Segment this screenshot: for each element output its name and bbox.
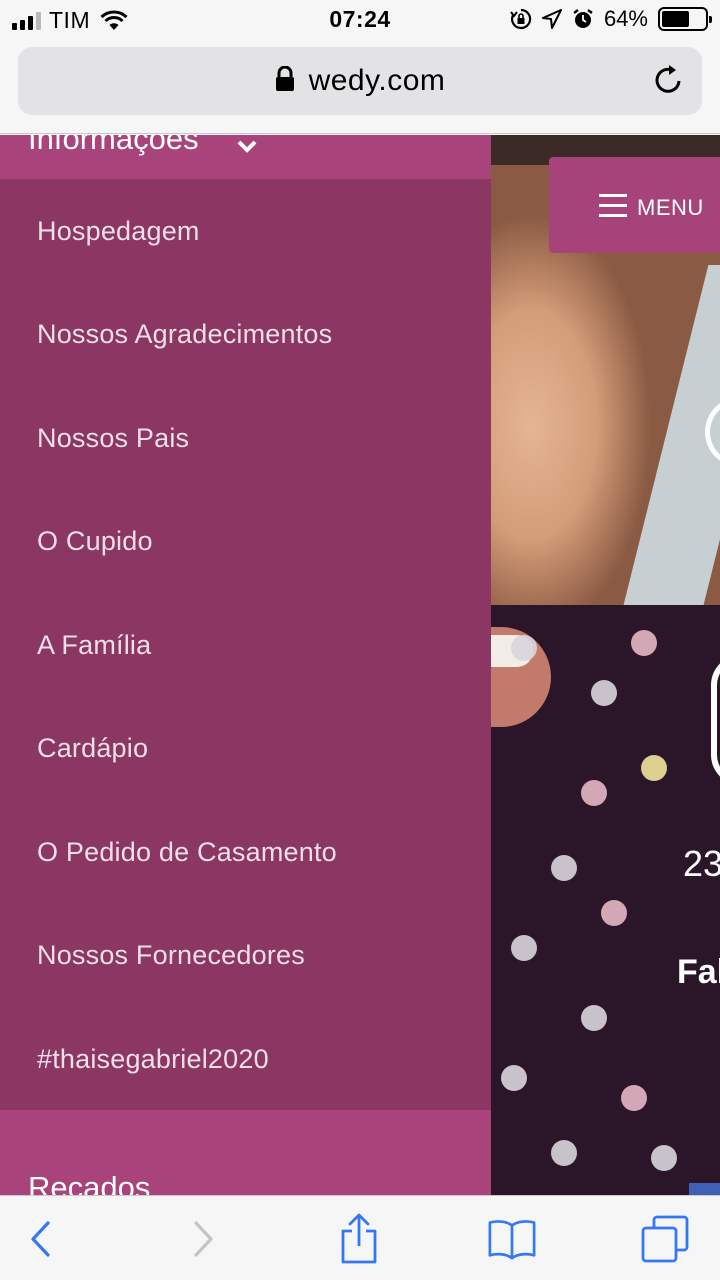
hero-blue-badge xyxy=(689,1183,720,1195)
forward-icon xyxy=(194,1221,213,1257)
share-button[interactable] xyxy=(334,1213,384,1264)
address-text-wrap: wedy.com xyxy=(18,64,702,98)
section-recados[interactable]: Recados xyxy=(0,1110,491,1195)
lock-icon xyxy=(275,66,294,92)
menu-button[interactable]: MENU xyxy=(549,157,720,253)
submenu-item-a-familia[interactable]: A Família xyxy=(0,593,491,697)
submenu-item-label: #thaisegabriel2020 xyxy=(37,1043,269,1074)
share-icon xyxy=(341,1213,377,1264)
hero-photo: 23 Fal xyxy=(491,135,720,1195)
back-button[interactable] xyxy=(16,1214,66,1264)
section-informacoes[interactable]: Informações xyxy=(0,135,491,179)
section-recados-label: Recados xyxy=(28,1170,151,1195)
submenu-item-label: O Pedido de Casamento xyxy=(37,836,337,867)
tabs-button[interactable] xyxy=(640,1214,690,1264)
forward-button[interactable] xyxy=(178,1214,228,1264)
tabs-icon xyxy=(641,1215,689,1263)
submenu-item-label: Nossos Fornecedores xyxy=(37,939,305,970)
browser-toolbar xyxy=(0,1195,720,1280)
orientation-lock-icon xyxy=(510,8,532,30)
battery-icon xyxy=(658,7,712,31)
status-bar: TIM 07:24 64% xyxy=(0,0,720,40)
submenu-item-o-pedido-de-casamento[interactable]: O Pedido de Casamento xyxy=(0,800,491,904)
browser-address-area: wedy.com xyxy=(0,40,720,134)
submenu-item-o-cupido[interactable]: O Cupido xyxy=(0,489,491,593)
submenu-item-cardapio[interactable]: Cardápio xyxy=(0,696,491,800)
bookmarks-button[interactable] xyxy=(487,1214,537,1264)
menu-label: MENU xyxy=(637,195,704,220)
battery-percent: 64% xyxy=(603,6,648,31)
web-page: 23 Fal MENU Informações Hospedagem Nosso… xyxy=(0,135,720,1195)
alarm-icon xyxy=(573,9,593,28)
submenu-item-label: Cardápio xyxy=(37,732,149,763)
submenu-item-label: Nossos Agradecimentos xyxy=(37,318,333,349)
location-icon xyxy=(541,9,562,29)
submenu-item-nossos-pais[interactable]: Nossos Pais xyxy=(0,386,491,490)
url-text: wedy.com xyxy=(308,64,446,97)
hero-name: Fal xyxy=(677,953,720,991)
submenu-item-nossos-agradecimentos[interactable]: Nossos Agradecimentos xyxy=(0,282,491,386)
submenu-item-label: A Família xyxy=(37,629,152,660)
submenu-item-nossos-fornecedores[interactable]: Nossos Fornecedores xyxy=(0,903,491,1007)
address-bar[interactable]: wedy.com xyxy=(18,47,702,115)
submenu-item-label: O Cupido xyxy=(37,525,153,556)
submenu-item-label: Nossos Pais xyxy=(37,422,190,453)
status-right: 64% xyxy=(510,6,712,32)
reload-icon[interactable] xyxy=(652,63,686,97)
back-icon xyxy=(31,1221,50,1257)
bookmarks-icon xyxy=(488,1220,536,1260)
side-drawer: Informações Hospedagem Nossos Agradecime… xyxy=(0,135,491,1195)
hero-date: 23 xyxy=(683,843,720,884)
section-informacoes-label: Informações xyxy=(28,135,199,156)
submenu-item-hospedagem[interactable]: Hospedagem xyxy=(0,179,491,283)
submenu-item-hashtag[interactable]: #thaisegabriel2020 xyxy=(0,1007,491,1111)
submenu-informacoes: Hospedagem Nossos Agradecimentos Nossos … xyxy=(0,179,491,1110)
chevron-down-icon xyxy=(237,140,257,153)
submenu-item-label: Hospedagem xyxy=(37,215,200,246)
hamburger-icon xyxy=(599,193,627,217)
monogram-script xyxy=(711,655,720,785)
